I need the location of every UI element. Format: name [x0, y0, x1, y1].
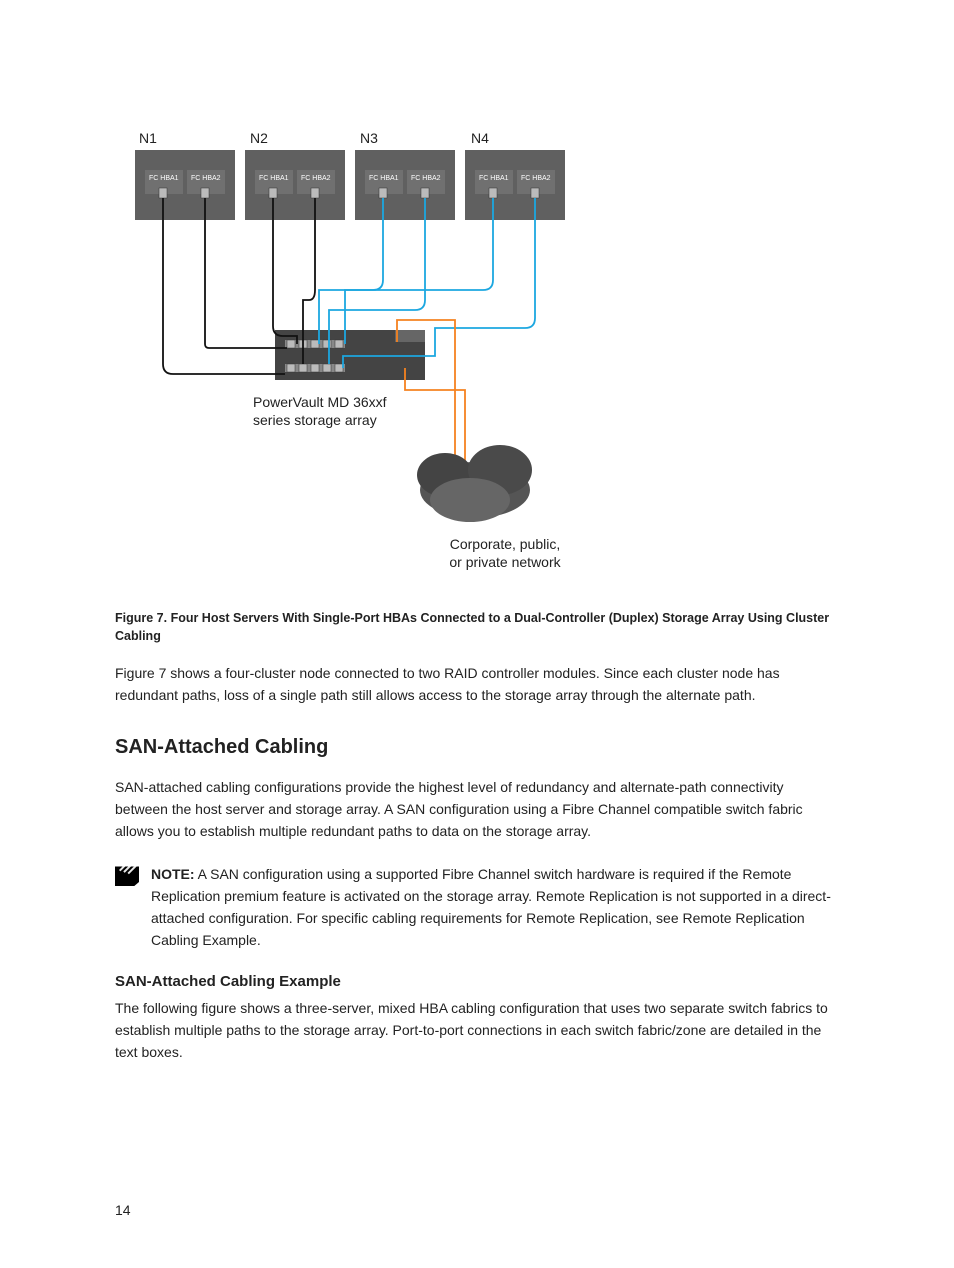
node-label-n4: N4: [471, 130, 489, 146]
svg-text:FC HBA2: FC HBA2: [521, 175, 551, 182]
figure-caption: Figure 7. Four Host Servers With Single-…: [115, 610, 839, 645]
svg-text:FC HBA1: FC HBA1: [149, 175, 179, 182]
node-label-n1: N1: [139, 130, 157, 146]
svg-text:FC HBA2: FC HBA2: [301, 175, 331, 182]
svg-text:FC HBA1: FC HBA1: [259, 175, 289, 182]
cloud-icon: [417, 445, 532, 522]
host-n1: FC HBA1 FC HBA2: [135, 150, 235, 220]
document-page: N1 N2 N3 N4 FC HBA1 FC HBA2: [0, 0, 954, 1268]
cable-n1-hba2: [205, 198, 287, 348]
host-n2: FC HBA1 FC HBA2: [245, 150, 345, 220]
note-block: NOTE: A SAN configuration using a suppor…: [115, 864, 839, 951]
svg-text:FC HBA1: FC HBA1: [479, 175, 509, 182]
network-label: Corporate, public, or private network: [425, 535, 585, 571]
diagram-svg: FC HBA1 FC HBA2 FC HBA1 FC HBA2: [135, 130, 605, 580]
heading-san-example: SAN-Attached Cabling Example: [115, 973, 839, 990]
cabling-diagram: N1 N2 N3 N4 FC HBA1 FC HBA2: [135, 130, 605, 580]
paragraph-san-example: The following figure shows a three-serve…: [115, 998, 839, 1063]
figure-7: N1 N2 N3 N4 FC HBA1 FC HBA2: [135, 130, 839, 580]
node-label-n2: N2: [250, 130, 268, 146]
svg-text:FC HBA1: FC HBA1: [369, 175, 399, 182]
paragraph-san-intro: SAN-attached cabling configurations prov…: [115, 777, 839, 842]
note-body: A SAN configuration using a supported Fi…: [151, 866, 831, 947]
storage-label: PowerVault MD 36xxf series storage array: [253, 393, 387, 429]
heading-san-attached-cabling: SAN-Attached Cabling: [115, 736, 839, 759]
svg-text:FC HBA2: FC HBA2: [191, 175, 221, 182]
note-label: NOTE:: [151, 866, 195, 882]
host-n3: FC HBA1 FC HBA2: [355, 150, 455, 220]
note-icon: [115, 866, 139, 886]
svg-text:FC HBA2: FC HBA2: [411, 175, 441, 182]
page-number: 14: [115, 1202, 131, 1218]
paragraph-fig7-desc: Figure 7 shows a four-cluster node conne…: [115, 663, 839, 706]
note-text: NOTE: A SAN configuration using a suppor…: [151, 864, 839, 951]
node-label-n3: N3: [360, 130, 378, 146]
host-n4: FC HBA1 FC HBA2: [465, 150, 565, 220]
